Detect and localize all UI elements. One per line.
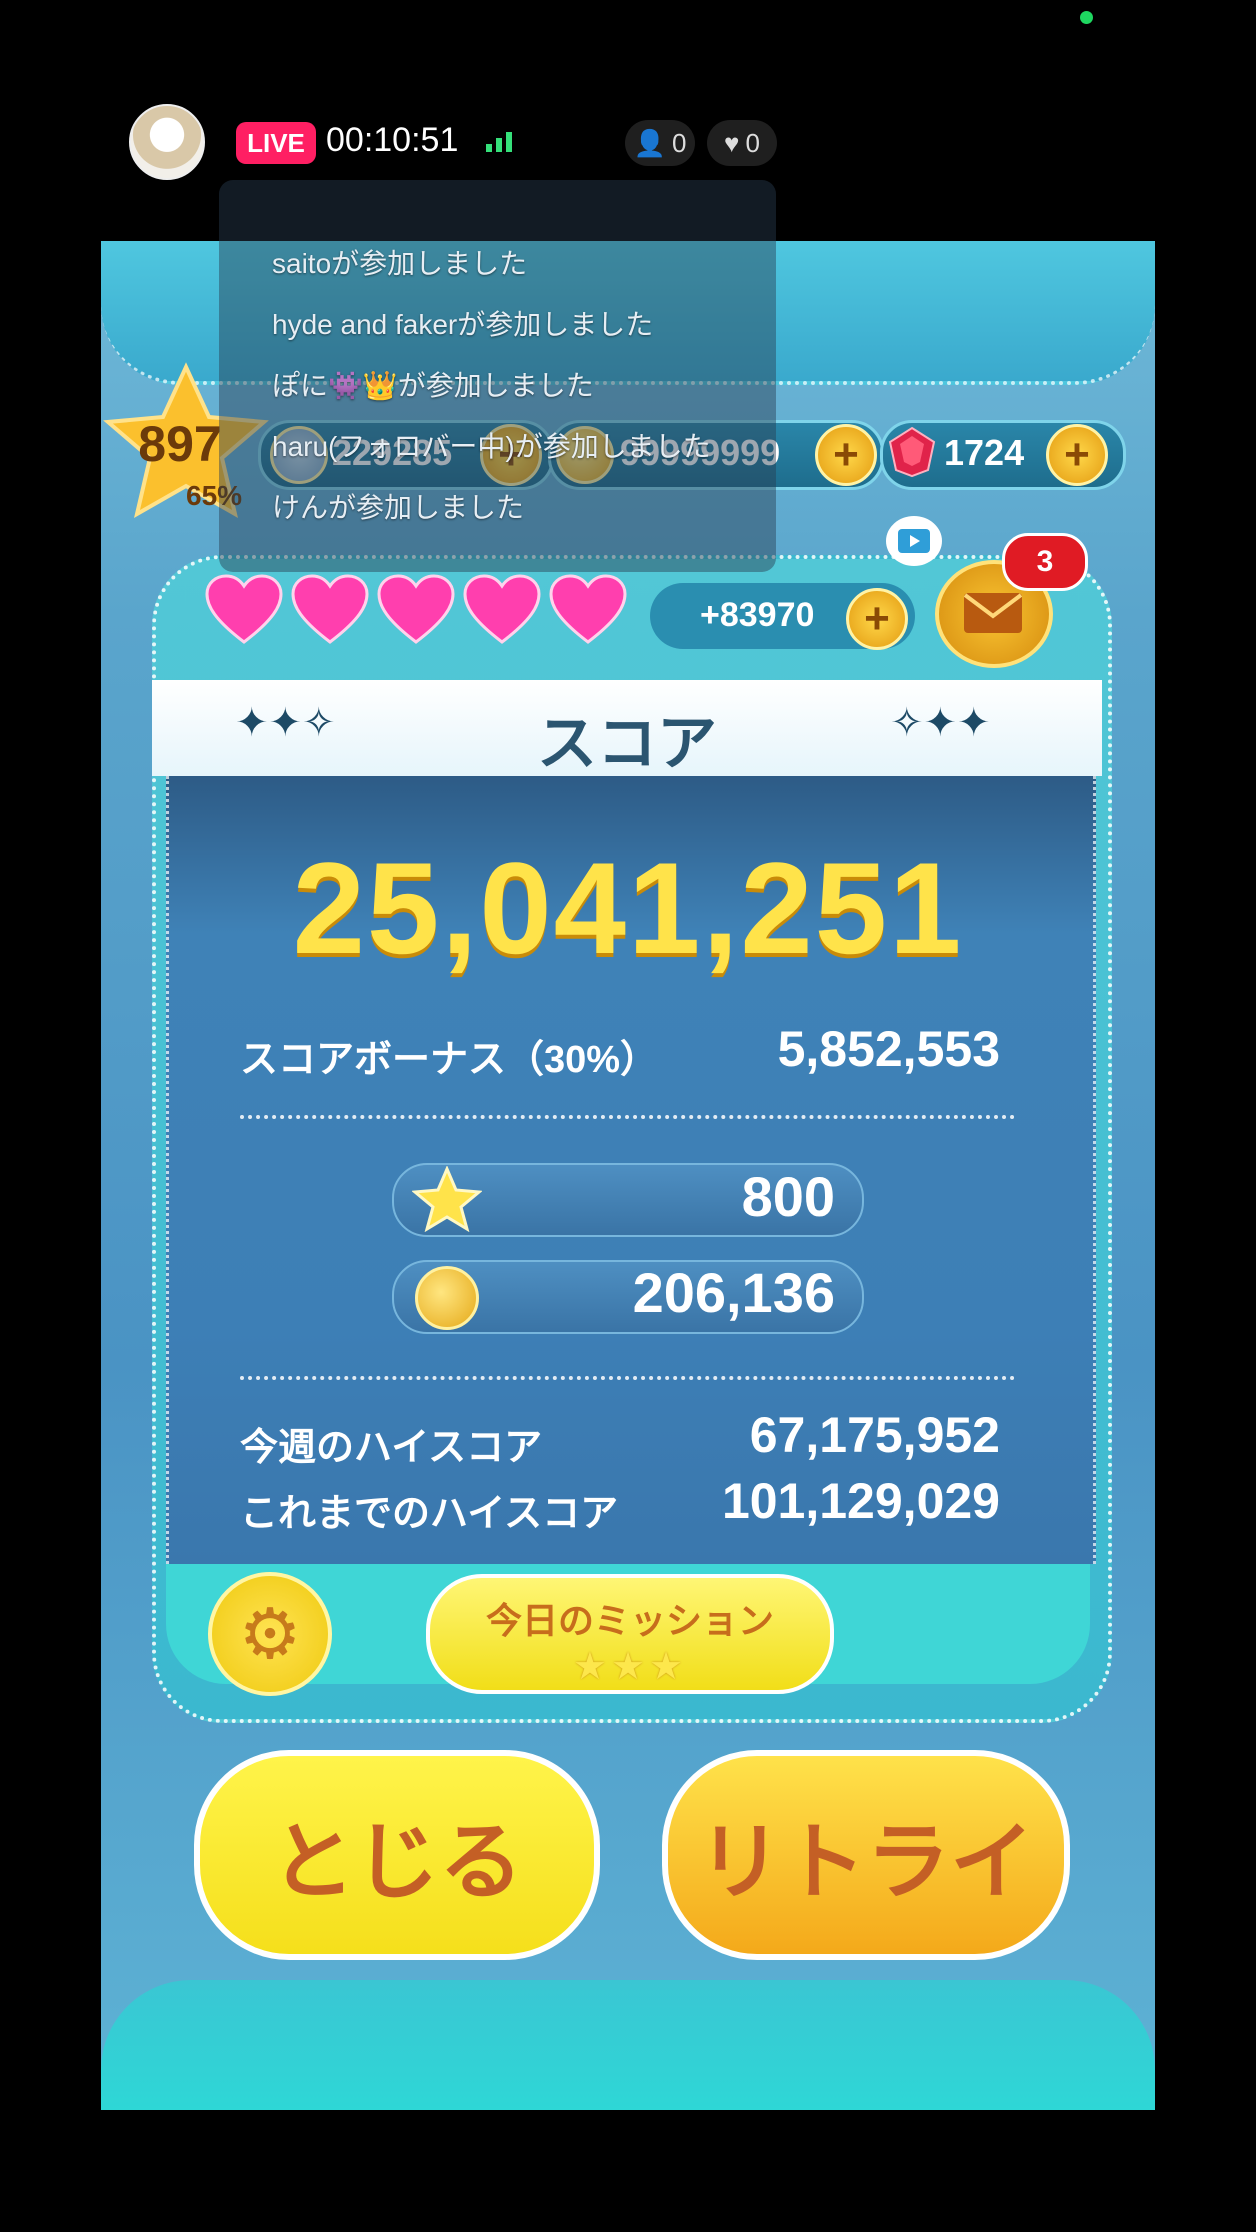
life-heart-icon: [291, 574, 369, 644]
life-bonus-value: +83970: [700, 596, 815, 634]
gem-icon: [888, 426, 936, 478]
avatar[interactable]: [129, 104, 205, 180]
gear-icon: ⚙: [238, 1593, 302, 1675]
add-coins-button[interactable]: +: [815, 424, 877, 486]
daily-mission-button[interactable]: 今日のミッション ★★★: [426, 1574, 834, 1694]
mail-count-badge: 3: [1002, 533, 1088, 591]
score-bonus-label: スコアボーナス（30%）: [240, 1039, 659, 1081]
chat-message: saitoが参加しました: [272, 248, 528, 279]
viewer-count-value: 0: [671, 127, 687, 158]
divider: [240, 1376, 1015, 1380]
recording-indicator: [1080, 11, 1093, 24]
gem-value: 1724: [944, 432, 1025, 473]
all-time-high-score-value: 101,129,029: [721, 1473, 1000, 1529]
life-heart-icon: [205, 574, 283, 644]
mission-stars-icon: ★★★: [572, 1644, 688, 1688]
add-lives-button[interactable]: +: [846, 588, 908, 650]
viewer-count[interactable]: 👤 0: [625, 120, 695, 166]
divider: [240, 1115, 1015, 1119]
star-icon: [412, 1166, 482, 1232]
video-icon[interactable]: [886, 516, 942, 566]
settings-button[interactable]: ⚙: [208, 1572, 332, 1696]
all-time-high-score-label: これまでのハイスコア: [240, 1493, 619, 1535]
like-count[interactable]: ♥ 0: [707, 120, 777, 166]
score-title: スコア: [537, 710, 717, 777]
stars-earned-value: 800: [741, 1165, 835, 1228]
like-count-value: 0: [745, 127, 760, 158]
retry-button[interactable]: リトライ: [662, 1750, 1070, 1960]
chat-message: haru(フォロバー中)が参加しました: [272, 431, 711, 462]
chat-message: けんが参加しました: [272, 492, 525, 523]
coins-earned-value: 206,136: [632, 1261, 835, 1324]
coin-icon: [415, 1266, 479, 1330]
daily-mission-label: 今日のミッション: [485, 1600, 774, 1641]
heart-icon: ♥: [724, 127, 740, 158]
score-bonus-value: 5,852,553: [777, 1021, 1000, 1077]
live-elapsed-time: 00:10:51: [326, 121, 459, 159]
live-badge: LIVE: [236, 122, 316, 164]
game-bottom-frame: [101, 1980, 1155, 2110]
close-button[interactable]: とじる: [194, 1750, 600, 1960]
life-heart-icon: [463, 574, 541, 644]
person-icon: 👤: [633, 127, 666, 158]
signal-strength-icon: [486, 132, 512, 152]
life-heart-icon: [549, 574, 627, 644]
lives-row: [205, 574, 627, 646]
chat-message: hyde and fakerが参加しました: [272, 309, 654, 340]
add-gems-button[interactable]: +: [1046, 424, 1108, 486]
chat-message: ぽに👾👑が参加しました: [272, 370, 594, 401]
life-heart-icon: [377, 574, 455, 644]
weekly-high-score-label: 今週のハイスコア: [240, 1427, 543, 1469]
final-score: 25,041,251: [292, 835, 964, 981]
weekly-high-score-value: 67,175,952: [749, 1407, 1000, 1463]
envelope-icon: [963, 593, 1023, 633]
